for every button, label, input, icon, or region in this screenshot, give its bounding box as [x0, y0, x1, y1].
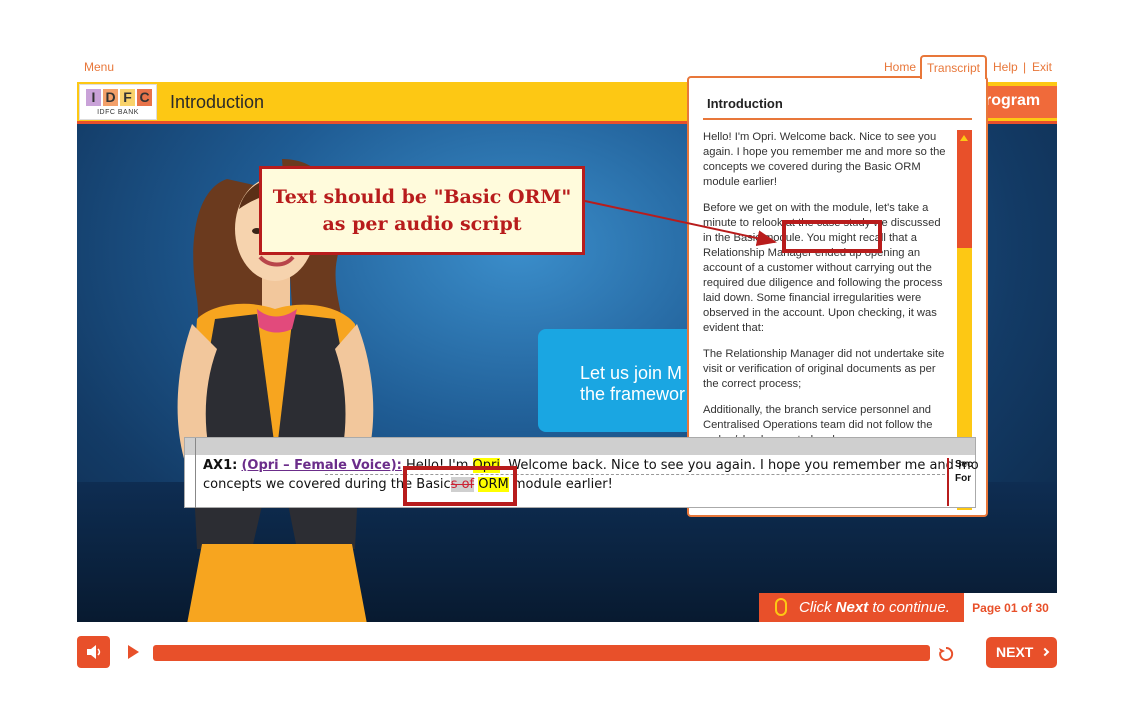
mouse-icon: [775, 598, 787, 616]
continue-text: Click: [799, 599, 836, 616]
transcript-paragraph: The Relationship Manager did not underta…: [703, 348, 945, 390]
idfc-logo: I D F C IDFC BANK: [79, 84, 157, 120]
page-counter: Page 01 of 30: [964, 593, 1057, 622]
transcript-tab[interactable]: Transcript: [920, 55, 987, 79]
script-line-1: AX1: (Opri – Female Voice): Hello! I'm O…: [203, 458, 979, 473]
annotation-callout: Text should be "Basic ORM" as per audio …: [259, 166, 585, 255]
logo-subtitle: IDFC BANK: [97, 109, 139, 116]
page-title: Introduction: [170, 92, 265, 112]
comment-margin: Sec For: [947, 458, 977, 506]
logo-letter: C: [137, 89, 152, 106]
continue-text: to continue.: [868, 599, 950, 616]
script-text: . Welcome back. Nice to see you again. I…: [499, 458, 979, 473]
logo-letter: F: [120, 89, 135, 106]
next-label: NEXT: [996, 644, 1034, 660]
comment-text: Sec For: [955, 459, 973, 484]
home-link[interactable]: Home: [884, 60, 916, 74]
continue-prompt: Click Next to continue.: [759, 593, 964, 622]
logo-letter: D: [103, 89, 118, 106]
menu-link[interactable]: Menu: [84, 60, 114, 74]
script-text: module earlier!: [508, 477, 613, 492]
audio-toggle-button[interactable]: [77, 636, 110, 668]
chevron-right-icon: [1040, 647, 1050, 657]
voice-label: (Opri – Female Voice):: [241, 458, 402, 473]
script-id: AX1:: [203, 458, 238, 473]
play-button[interactable]: [128, 645, 139, 659]
replay-icon[interactable]: [937, 645, 955, 663]
logo-letter: I: [86, 89, 101, 106]
course-player: Menu Home Transcript Help | Exit I D F C…: [0, 0, 1137, 728]
seek-bar[interactable]: [153, 645, 930, 661]
transcript-title: Introduction: [707, 96, 783, 111]
orm-annotation-box: [403, 466, 517, 506]
scrollbar-thumb[interactable]: [957, 130, 972, 248]
help-link[interactable]: Help: [993, 60, 1018, 74]
annotation-highlight-box: [782, 220, 882, 253]
exit-link[interactable]: Exit: [1032, 60, 1052, 74]
next-button[interactable]: NEXT: [986, 637, 1057, 668]
callout-line1: Text should be "Basic ORM": [272, 186, 572, 208]
scroll-up-icon[interactable]: [960, 135, 968, 141]
continue-next-word: Next: [835, 599, 869, 616]
speaker-icon: [87, 645, 101, 659]
callout-line2: as per audio script: [322, 213, 522, 235]
nav-divider: |: [1023, 60, 1027, 74]
speech-text: Let us join M the framewor: [580, 363, 686, 404]
script-document-snippet: AX1: (Opri – Female Voice): Hello! I'm O…: [184, 437, 979, 508]
transcript-paragraph: Hello! I'm Opri. Welcome back. Nice to s…: [703, 131, 946, 188]
